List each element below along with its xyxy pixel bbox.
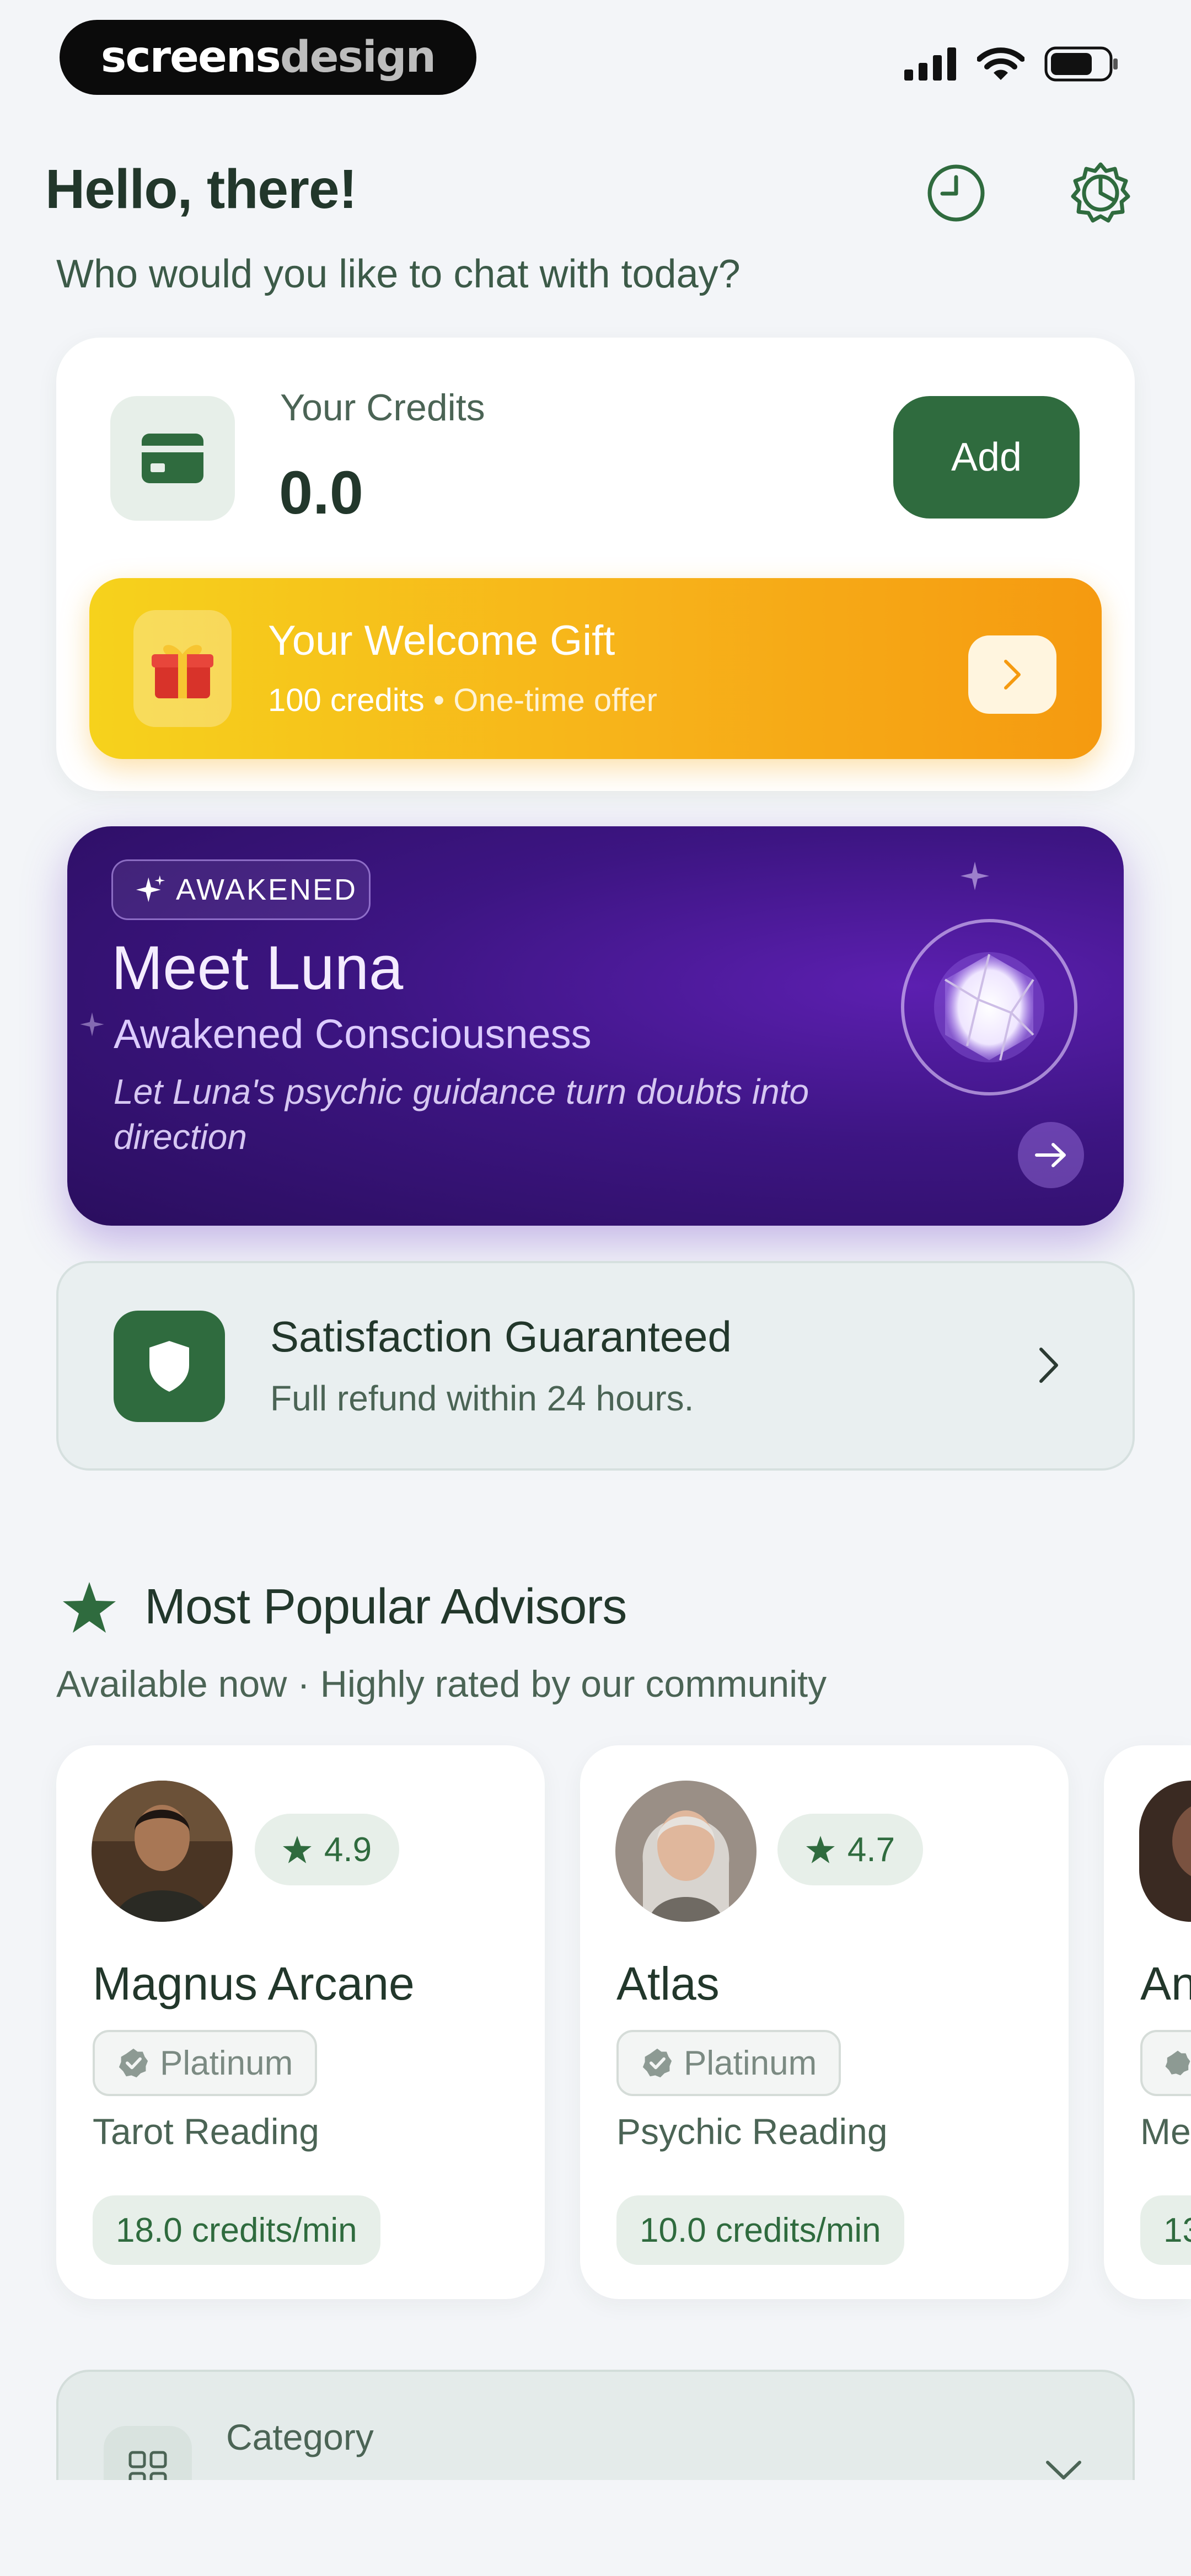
luna-orb <box>901 919 1077 1095</box>
rating-value: 4.9 <box>324 1830 372 1869</box>
category-label: Category <box>226 2417 374 2457</box>
bottom-fade <box>0 2480 1191 2576</box>
page-title: Hello, there! <box>45 158 357 220</box>
sparkle-decoration-icon <box>961 862 989 890</box>
tier-badge: Platinum <box>93 2030 318 2096</box>
advisor-avatar <box>615 1781 757 1922</box>
gift-icon-box <box>133 610 232 727</box>
wifi-icon <box>977 47 1024 80</box>
status-icons <box>904 46 1119 82</box>
history-button[interactable] <box>923 160 989 226</box>
advisor-name: Magnus Arcane <box>93 1958 415 2010</box>
battery-icon <box>1044 46 1118 82</box>
shield-icon-box <box>114 1311 225 1422</box>
star-icon <box>282 1836 312 1863</box>
rating-badge: 4.9 <box>255 1814 399 1885</box>
tier-badge <box>1140 2030 1191 2096</box>
gift-amount: 100 credits <box>268 682 425 718</box>
settings-button[interactable] <box>1067 160 1134 226</box>
luna-subtitle: Awakened Consciousness <box>114 1011 592 1057</box>
awakened-badge-label: AWAKENED <box>176 873 358 906</box>
sparkle-icon <box>136 875 165 902</box>
history-clock-icon <box>927 164 985 222</box>
gift-title: Your Welcome Gift <box>268 617 615 664</box>
advisor-skill: Psychic Reading <box>616 2111 888 2152</box>
chevron-right-icon <box>1039 1348 1058 1383</box>
credits-value: 0.0 <box>279 459 363 527</box>
luna-arrow-button[interactable] <box>1018 1122 1084 1188</box>
gift-icon <box>152 645 213 698</box>
add-credits-button[interactable]: Add <box>893 396 1080 519</box>
credits-label: Your Credits <box>280 387 485 429</box>
verified-badge-icon <box>1165 2050 1190 2076</box>
section-subtitle-popular: Available now · Highly rated by our comm… <box>56 1663 827 1705</box>
price-badge: 10.0 credits/min <box>616 2195 904 2265</box>
settings-gear-icon <box>1071 162 1130 223</box>
arrow-right-icon <box>1035 1143 1066 1167</box>
advisor-skill: Tarot Reading <box>93 2111 319 2152</box>
credits-icon-box <box>110 396 235 521</box>
star-icon <box>806 1836 835 1863</box>
chevron-down-icon <box>1046 2461 1081 2479</box>
price-badge: 18.0 credits/min <box>93 2195 380 2265</box>
brand-logo: screens design <box>60 20 476 95</box>
tier-badge: Platinum <box>616 2030 841 2096</box>
star-icon <box>63 1582 116 1633</box>
gift-subtitle: 100 credits • One-time offer <box>268 682 657 719</box>
section-title-popular: Most Popular Advisors <box>144 1579 627 1634</box>
sparkle-decoration-icon <box>80 1012 104 1036</box>
price-badge: 13 <box>1140 2195 1191 2265</box>
luna-title: Meet Luna <box>111 933 404 1002</box>
brand-logo-part2: design <box>280 33 436 82</box>
crystal-icon <box>934 952 1044 1062</box>
tier-label: Platinum <box>684 2044 817 2082</box>
credit-card-icon <box>142 434 203 483</box>
chevron-right-icon <box>1004 660 1021 690</box>
gift-separator: • <box>433 682 445 718</box>
rating-badge: 4.7 <box>777 1814 923 1885</box>
cellular-signal-icon <box>904 47 956 81</box>
shield-icon <box>149 1341 189 1392</box>
gift-offer: One-time offer <box>453 682 657 718</box>
advisor-name: An <box>1140 1958 1191 2010</box>
verified-badge-icon <box>642 2048 672 2078</box>
advisor-name: Atlas <box>616 1958 720 2010</box>
verified-badge-icon <box>119 2048 148 2078</box>
welcome-gift-banner[interactable] <box>89 578 1102 759</box>
awakened-badge: AWAKENED <box>111 859 371 920</box>
tier-label: Platinum <box>160 2044 293 2082</box>
guarantee-subtitle: Full refund within 24 hours. <box>270 1378 694 1418</box>
luna-description: Let Luna's psychic guidance turn doubts … <box>114 1072 809 1157</box>
page-subtitle: Who would you like to chat with today? <box>56 252 741 296</box>
gift-arrow-button[interactable] <box>968 635 1056 714</box>
brand-logo-part1: screens <box>100 33 281 82</box>
advisor-avatar <box>92 1781 233 1922</box>
rating-value: 4.7 <box>847 1830 895 1869</box>
guarantee-title: Satisfaction Guaranteed <box>270 1312 732 1361</box>
advisor-skill: Me <box>1140 2111 1191 2152</box>
